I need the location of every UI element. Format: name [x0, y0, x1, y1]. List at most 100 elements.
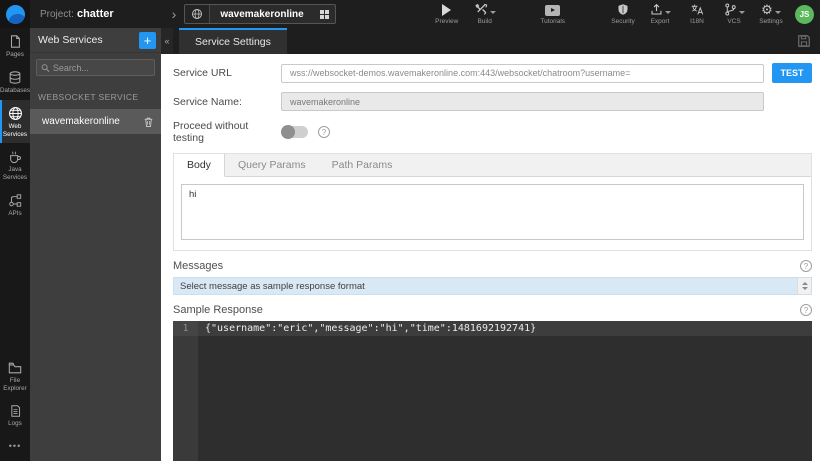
rail-spacer: [0, 223, 30, 355]
security-button[interactable]: Security: [610, 3, 636, 25]
chevron-down-icon: [489, 11, 496, 14]
settings-button[interactable]: ⚙ Settings: [758, 3, 784, 25]
add-service-button[interactable]: +: [139, 31, 156, 49]
request-tabstrip: Body Query Params Path Params: [174, 154, 811, 177]
search-input[interactable]: [52, 62, 150, 73]
tab-service-settings[interactable]: Service Settings: [179, 28, 287, 54]
service-settings-content: Service URL TEST Service Name: Proceed w…: [161, 54, 820, 461]
service-url-row: Service URL TEST: [173, 63, 812, 83]
web-services-panel: Web Services + WEBSOCKET SERVICE wavemak…: [30, 28, 161, 461]
preview-button[interactable]: Preview: [434, 3, 460, 25]
sidebar-item-java-services[interactable]: Java Services: [0, 143, 30, 187]
service-url-input[interactable]: [281, 63, 764, 83]
tab-path-params[interactable]: Path Params: [319, 154, 406, 176]
chevron-down-icon: [774, 11, 781, 14]
sample-response-header: Sample Response ?: [173, 304, 812, 316]
sample-response-help-icon[interactable]: ?: [800, 304, 812, 316]
body-tab-content: [174, 177, 811, 250]
proceed-label: Proceed without testing: [173, 120, 249, 144]
service-list-item[interactable]: wavemakeronline: [30, 109, 161, 134]
i18n-button[interactable]: I18N: [684, 3, 710, 25]
messages-title: Messages: [173, 260, 224, 272]
tab-body[interactable]: Body: [174, 154, 225, 177]
service-name-label: Service Name:: [173, 95, 242, 108]
proceed-toggle[interactable]: [281, 125, 308, 139]
shield-icon: [618, 4, 628, 15]
editor-code-area[interactable]: {"username":"eric","message":"hi","time"…: [198, 321, 812, 461]
tutorials-button[interactable]: Tutorials: [540, 3, 566, 25]
sidebar-item-databases[interactable]: Databases: [0, 64, 30, 100]
export-icon: [651, 3, 661, 15]
sidebar-item-file-explorer[interactable]: File Explorer: [0, 355, 30, 398]
sidebar-item-apis[interactable]: APIs: [0, 187, 30, 223]
breadcrumb-chevron-icon: ›: [171, 6, 177, 22]
save-button[interactable]: [797, 28, 820, 54]
database-icon: [9, 71, 21, 84]
wavemaker-logo[interactable]: [0, 0, 30, 28]
project-label: Project:: [40, 9, 74, 20]
messages-header: Messages ?: [173, 260, 812, 272]
export-label: Export: [650, 18, 670, 25]
branch-icon: [724, 3, 736, 16]
translate-icon: [691, 4, 704, 15]
play-icon: [442, 4, 452, 16]
trash-icon: [144, 117, 153, 127]
preview-label: Preview: [435, 18, 459, 25]
user-avatar[interactable]: JS: [795, 4, 814, 24]
vcs-button[interactable]: VCS: [721, 3, 747, 25]
chevron-down-icon: [664, 11, 671, 14]
editor-tabbar: « Service Settings: [161, 28, 820, 54]
security-label: Security: [611, 18, 635, 25]
sample-response-title: Sample Response: [173, 304, 263, 316]
section-title: WEBSOCKET SERVICE: [38, 92, 139, 102]
sidebar-item-web-services[interactable]: Web Services: [0, 99, 30, 144]
code-line: {"username":"eric","message":"hi","time"…: [198, 321, 812, 336]
grid-icon[interactable]: [314, 5, 335, 23]
messages-help-icon[interactable]: ?: [800, 260, 812, 272]
more-options-button[interactable]: •••: [0, 433, 30, 461]
tutorials-label: Tutorials: [540, 18, 566, 25]
build-button[interactable]: Build: [472, 3, 498, 25]
topbar: Project: chatter › wavemakeronline Previ…: [0, 0, 820, 28]
search-icon: [41, 63, 50, 72]
wavemaker-logo-icon: [5, 4, 25, 24]
vcs-label: VCS: [727, 18, 741, 25]
service-name-row: Service Name:: [173, 92, 812, 111]
sample-response-editor[interactable]: 1 {"username":"eric","message":"hi","tim…: [173, 321, 812, 461]
video-icon: [545, 5, 561, 16]
folder-icon: [8, 363, 22, 374]
service-selector-label: wavemakeronline: [220, 8, 304, 20]
listbox-scroll-arrows[interactable]: [797, 278, 811, 294]
save-icon: [798, 35, 810, 47]
log-file-icon: [10, 405, 20, 417]
scroll-up-icon: [801, 282, 808, 285]
message-body-textarea[interactable]: [181, 184, 804, 240]
service-search-box[interactable]: [36, 59, 155, 76]
collapse-panel-button[interactable]: «: [161, 28, 173, 54]
api-nodes-icon: [9, 194, 22, 207]
sidebar-item-logs[interactable]: Logs: [0, 398, 30, 433]
service-selector[interactable]: wavemakeronline: [184, 4, 336, 24]
service-url-label: Service URL: [173, 67, 232, 79]
help-icon[interactable]: ?: [318, 126, 330, 138]
settings-label: Settings: [759, 18, 783, 25]
build-tools-icon: [475, 3, 488, 15]
i18n-label: I18N: [690, 18, 704, 25]
sidebar-item-pages[interactable]: Pages: [0, 28, 30, 64]
export-button[interactable]: Export: [647, 3, 673, 25]
gear-icon: ⚙: [761, 2, 773, 17]
messages-listbox[interactable]: Select message as sample response format: [173, 277, 812, 295]
delete-service-button[interactable]: [143, 116, 154, 128]
tab-query-params[interactable]: Query Params: [225, 154, 319, 176]
project-title: Project: chatter: [40, 8, 114, 20]
test-button[interactable]: TEST: [772, 63, 812, 83]
main-editor: « Service Settings Service URL TEST Serv…: [161, 28, 820, 461]
panel-title: Web Services: [38, 34, 103, 46]
line-number: 1: [173, 321, 198, 336]
service-name: wavemakeronline: [42, 116, 120, 127]
build-label: Build: [477, 18, 492, 25]
request-tabs-panel: Body Query Params Path Params: [173, 153, 812, 251]
project-name: chatter: [76, 8, 114, 20]
globe-icon: [185, 5, 211, 23]
chevron-down-icon: [738, 11, 745, 14]
